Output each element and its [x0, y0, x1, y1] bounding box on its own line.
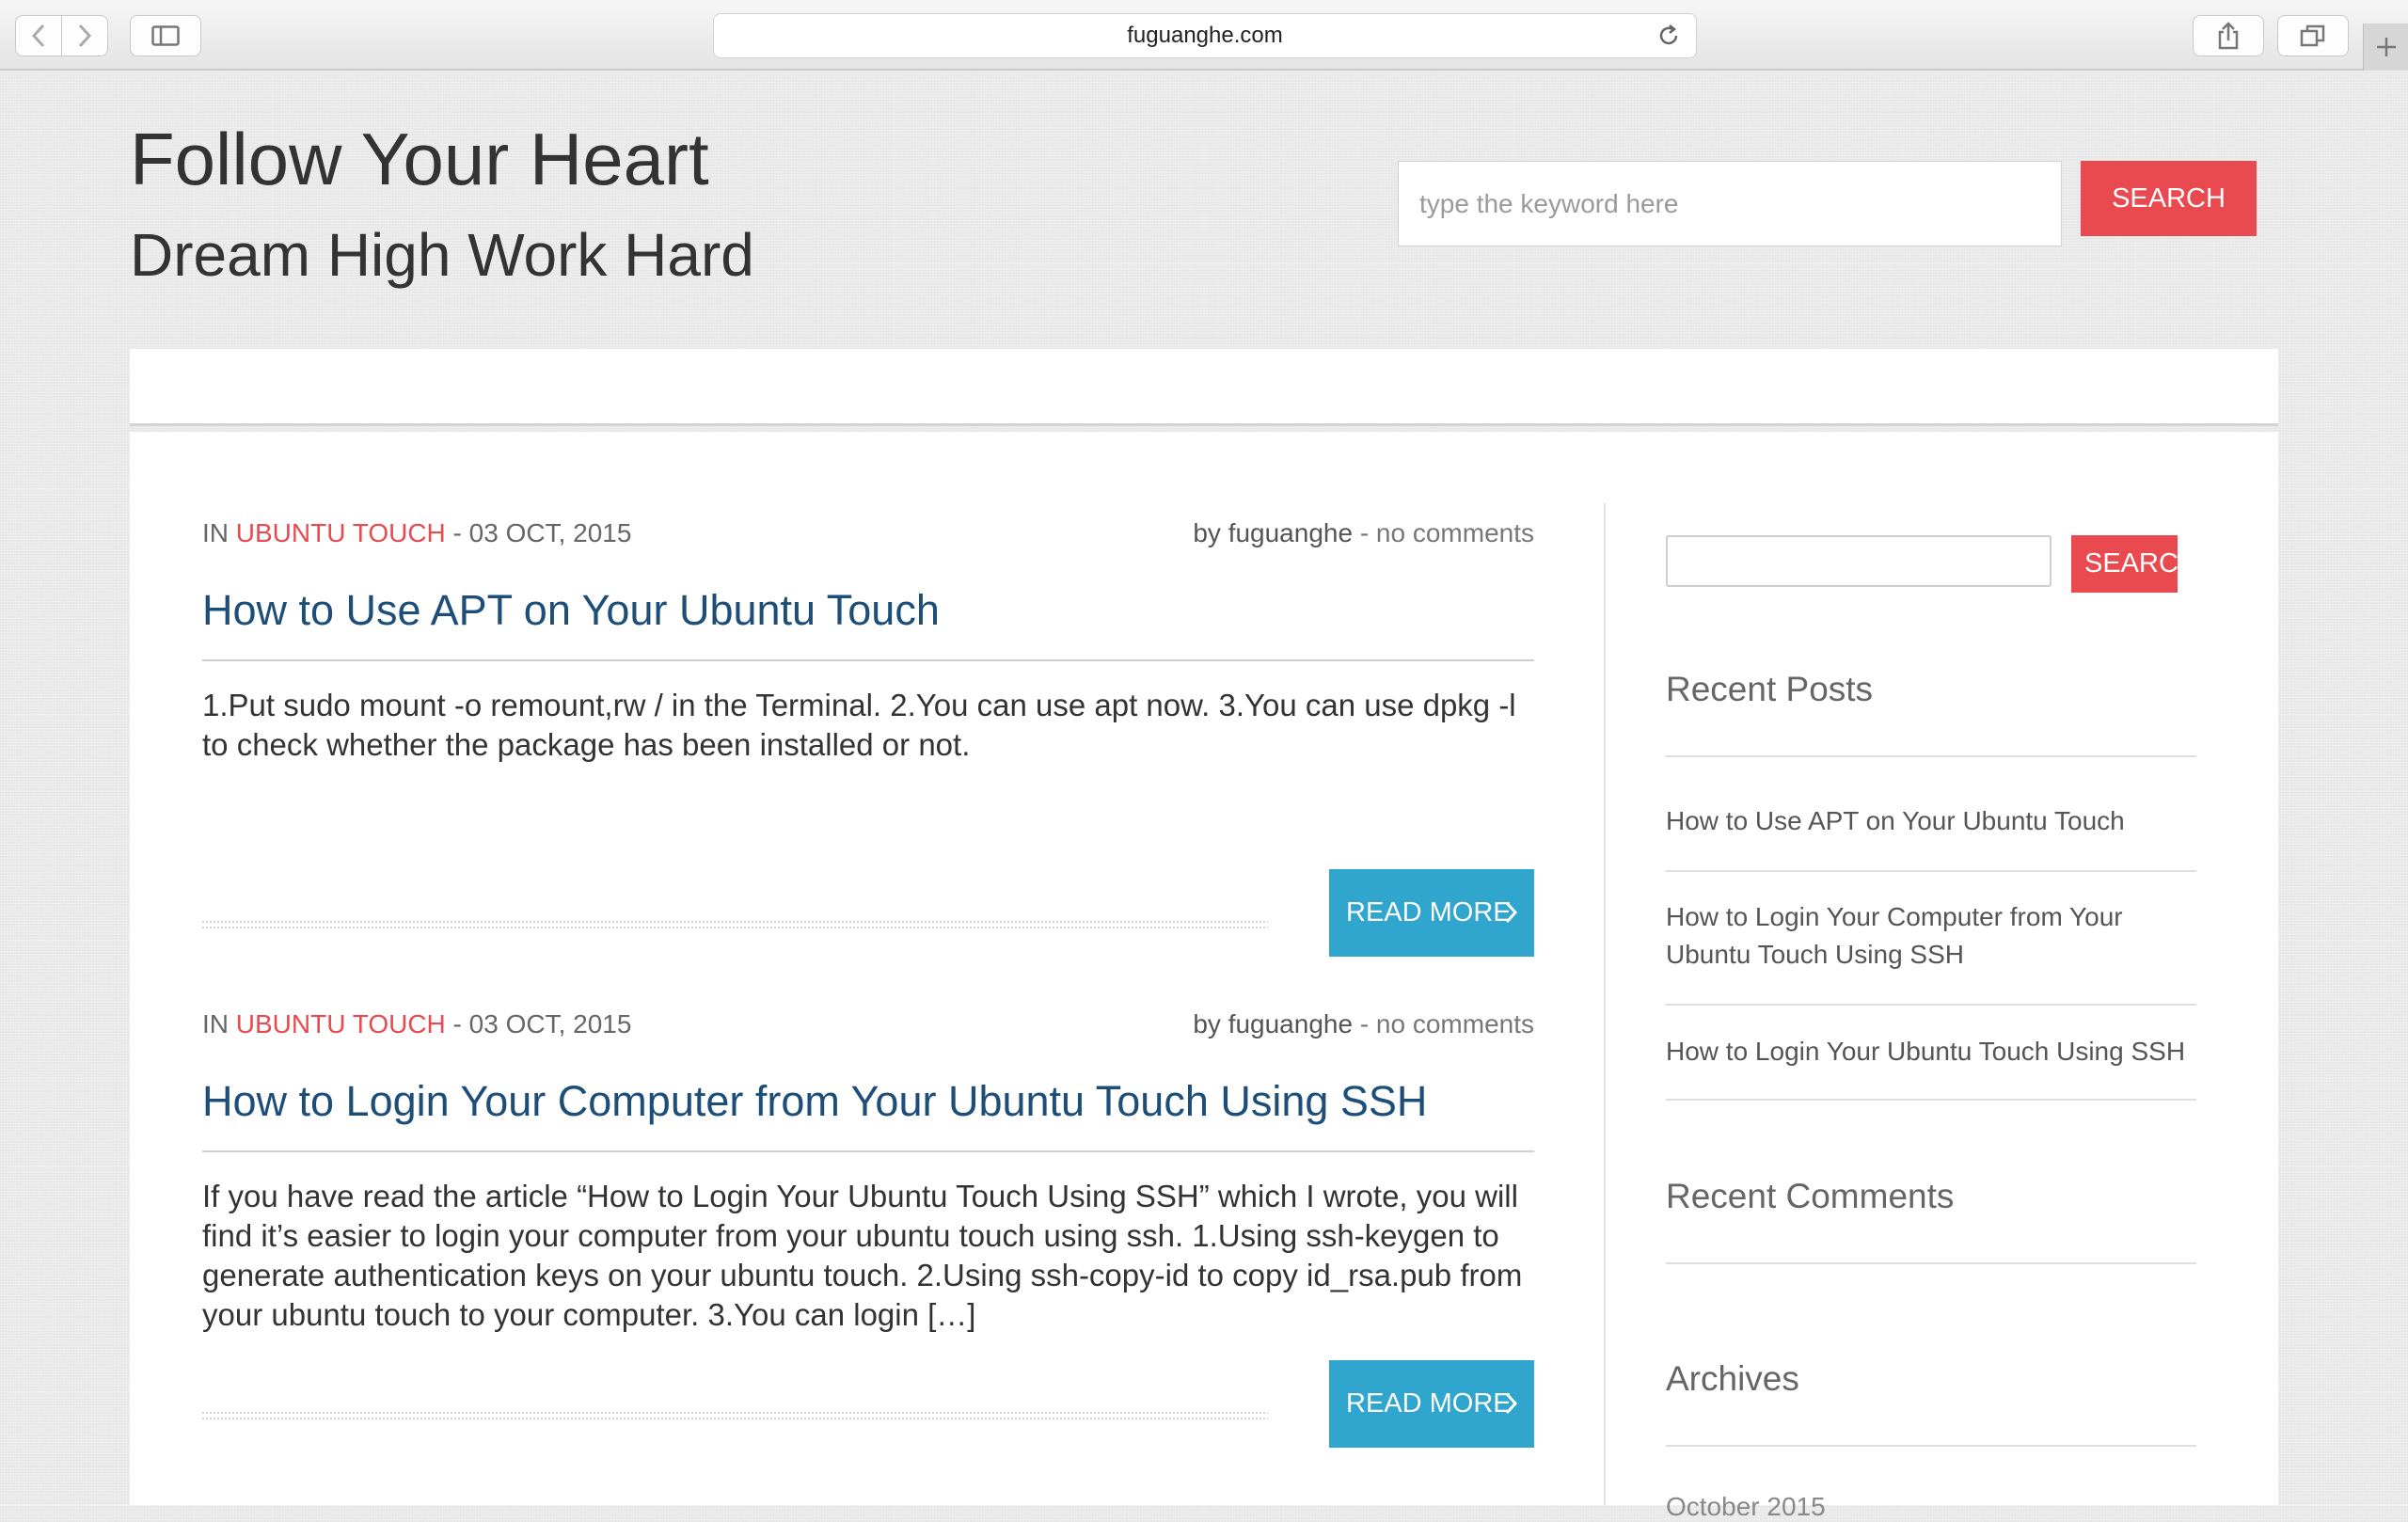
address-bar[interactable]: fuguanghe.com — [713, 13, 1697, 58]
plus-icon — [2376, 38, 2396, 56]
category-prefix: IN — [202, 518, 229, 547]
post-title[interactable]: How to Login Your Computer from Your Ubu… — [202, 1077, 1427, 1126]
browser-toolbar: fuguanghe.com — [0, 0, 2408, 71]
divider — [1666, 1445, 2196, 1447]
category-link[interactable]: UBUNTU TOUCH — [236, 1009, 446, 1038]
archive-link[interactable]: October 2015 — [1666, 1492, 1826, 1522]
post-meta: IN UBUNTU TOUCH - 03 OCT, 2015 by fuguan… — [202, 1009, 1534, 1047]
sidebar-search-input[interactable] — [1666, 535, 2052, 587]
post-title[interactable]: How to Use APT on Your Ubuntu Touch — [202, 586, 940, 635]
comments-link[interactable]: - no comments — [1360, 518, 1534, 547]
back-button[interactable] — [15, 15, 62, 56]
read-more-label: READ MORE — [1346, 1388, 1512, 1419]
comments-link[interactable]: - no comments — [1360, 1009, 1534, 1038]
author-prefix: by — [1193, 518, 1221, 547]
author-link[interactable]: fuguanghe — [1228, 1009, 1353, 1038]
nav-bar — [130, 349, 2278, 426]
header-search-input[interactable] — [1398, 161, 2062, 246]
url-text: fuguanghe.com — [1127, 23, 1283, 48]
site-title[interactable]: Follow Your Heart — [130, 117, 709, 202]
post-date: - 03 OCT, 2015 — [452, 518, 632, 547]
header-search-button[interactable]: SEARCH — [2081, 161, 2257, 236]
dotted-divider — [202, 921, 1268, 930]
category-link[interactable]: UBUNTU TOUCH — [236, 518, 446, 547]
archives-title: Archives — [1666, 1359, 1799, 1398]
post-item: IN UBUNTU TOUCH - 03 OCT, 2015 by fuguan… — [202, 518, 1534, 957]
reload-icon[interactable] — [1656, 24, 1681, 48]
recent-posts-title: Recent Posts — [1666, 670, 1874, 708]
recent-post-link[interactable]: How to Login Your Computer from Your Ubu… — [1666, 898, 2196, 974]
back-icon — [31, 24, 45, 48]
column-separator — [1604, 503, 1606, 1505]
forward-icon — [78, 24, 92, 48]
forward-button[interactable] — [61, 15, 108, 56]
sidebar-icon — [151, 25, 180, 46]
post-item: IN UBUNTU TOUCH - 03 OCT, 2015 by fuguan… — [202, 1009, 1534, 1517]
category-prefix: IN — [202, 1009, 229, 1038]
read-more-button[interactable]: READ MORE — [1329, 1360, 1534, 1448]
divider — [202, 659, 1534, 661]
chevron-right-icon — [1505, 901, 1517, 924]
divider — [1666, 1262, 2196, 1264]
author-prefix: by — [1193, 1009, 1221, 1038]
read-more-label: READ MORE — [1346, 897, 1512, 927]
share-button[interactable] — [2193, 15, 2264, 56]
divider — [1666, 1004, 2196, 1006]
read-more-button[interactable]: READ MORE — [1329, 869, 1534, 957]
recent-post-link[interactable]: How to Use APT on Your Ubuntu Touch — [1666, 802, 2196, 840]
author-link[interactable]: fuguanghe — [1228, 518, 1353, 547]
post-date: - 03 OCT, 2015 — [452, 1009, 632, 1038]
post-meta: IN UBUNTU TOUCH - 03 OCT, 2015 by fuguan… — [202, 518, 1534, 556]
tabs-button[interactable] — [2277, 15, 2349, 56]
divider — [1666, 870, 2196, 872]
site-tagline: Dream High Work Hard — [130, 221, 754, 289]
dotted-divider — [202, 1412, 1268, 1421]
new-tab-button[interactable] — [2363, 24, 2408, 71]
share-icon — [2218, 22, 2239, 50]
post-excerpt: 1.Put sudo mount -o remount,rw / in the … — [202, 688, 1516, 762]
sidebar-search-button[interactable]: SEARCH — [2071, 535, 2178, 593]
content-area: IN UBUNTU TOUCH - 03 OCT, 2015 by fuguan… — [130, 432, 2278, 1521]
recent-post-link[interactable]: How to Login Your Ubuntu Touch Using SSH — [1666, 1033, 2196, 1070]
chevron-right-icon — [1505, 1392, 1517, 1415]
divider — [1666, 755, 2196, 757]
divider — [1666, 1099, 2196, 1101]
post-excerpt: If you have read the article “How to Log… — [202, 1179, 1523, 1332]
sidebar-toggle-button[interactable] — [130, 15, 201, 56]
tabs-icon — [2300, 24, 2325, 47]
divider — [202, 1150, 1534, 1152]
recent-comments-title: Recent Comments — [1666, 1177, 1955, 1215]
